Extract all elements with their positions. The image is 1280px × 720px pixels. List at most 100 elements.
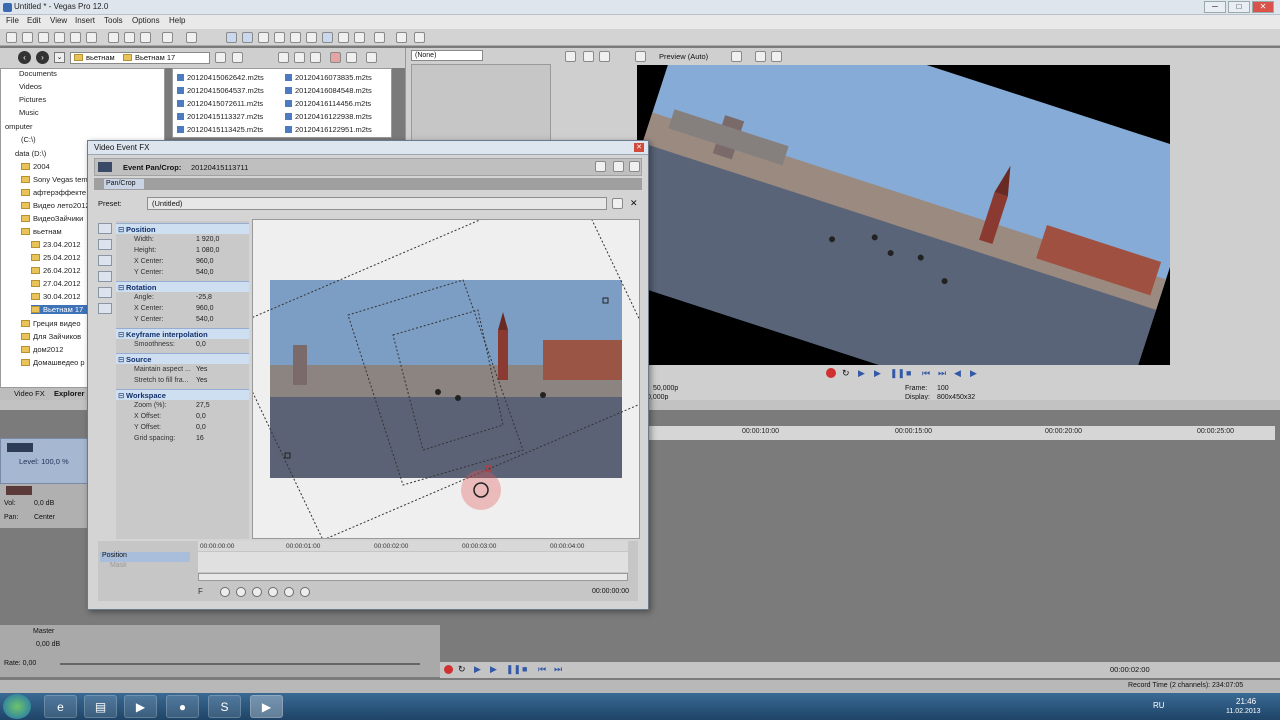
file-item[interactable]: 20120416084548.m2ts xyxy=(295,86,372,95)
audio-track-header[interactable]: Vol: 0,0 dB Pan: Center xyxy=(0,484,100,528)
tree-item[interactable]: дом2012 xyxy=(33,345,63,354)
file-item[interactable]: 20120415113327.m2ts xyxy=(187,112,263,121)
preview-quality[interactable]: Preview (Auto) xyxy=(659,52,708,61)
skype-icon[interactable]: S xyxy=(208,695,241,718)
save-as-icon[interactable] xyxy=(54,32,65,43)
enable-rotation-icon[interactable] xyxy=(98,239,112,250)
delete-keyframe-icon[interactable] xyxy=(300,587,310,597)
menu-file[interactable]: File xyxy=(6,16,19,25)
selection-tool-icon[interactable] xyxy=(258,32,269,43)
ignore-grouping-icon[interactable] xyxy=(354,32,365,43)
tree-item[interactable]: Documents xyxy=(19,69,57,78)
tree-item[interactable]: вьетнам xyxy=(33,227,62,236)
tree-item[interactable]: Видео лето2012 xyxy=(33,201,90,210)
y-offset-value[interactable]: 0,0 xyxy=(196,424,206,431)
record-icon[interactable] xyxy=(826,368,836,378)
tab-video-fx[interactable]: Video FX xyxy=(14,389,45,398)
media-player-icon[interactable]: ▶ xyxy=(124,695,157,718)
rot-y-center-value[interactable]: 540,0 xyxy=(196,316,214,323)
menu-help[interactable]: Help xyxy=(169,16,185,25)
pan-value[interactable]: Center xyxy=(34,514,55,521)
snapping-icon[interactable] xyxy=(290,32,301,43)
y-center-value[interactable]: 540,0 xyxy=(196,269,214,276)
stretch-fill-value[interactable]: Yes xyxy=(196,377,207,384)
normal-edit-tool-icon[interactable] xyxy=(226,32,237,43)
group-keyframe-interpolation[interactable]: ⊟ Keyframe interpolation xyxy=(116,328,249,339)
lock-aspect-icon[interactable] xyxy=(98,287,112,298)
group-rotation[interactable]: ⊟ Rotation xyxy=(116,281,249,292)
toggle-animation-icon[interactable] xyxy=(595,161,606,172)
undo-icon[interactable] xyxy=(162,32,173,43)
search-icon[interactable] xyxy=(346,52,357,63)
internet-explorer-icon[interactable]: e xyxy=(44,695,77,718)
tree-item-selected[interactable]: Вьетнам 17 xyxy=(43,305,83,314)
tree-item[interactable]: (C:\) xyxy=(21,135,36,144)
file-item[interactable]: 20120416114456.m2ts xyxy=(295,99,371,108)
play-from-start-icon[interactable]: ▶ xyxy=(858,368,865,379)
stop-preview-icon[interactable] xyxy=(294,52,305,63)
go-to-end-icon[interactable]: ⏭ xyxy=(938,368,946,379)
menu-tools[interactable]: Tools xyxy=(104,16,123,25)
whats-this-icon[interactable] xyxy=(414,32,425,43)
tab-explorer[interactable]: Explorer xyxy=(54,389,84,398)
back-arrow-icon[interactable]: ‹ xyxy=(18,51,31,64)
loop-icon[interactable]: ↻ xyxy=(458,664,466,675)
video-track-header[interactable]: Level: 100,0 % xyxy=(0,438,100,484)
width-value[interactable]: 1 920,0 xyxy=(196,236,219,243)
lock-envelopes-icon[interactable] xyxy=(338,32,349,43)
file-item[interactable]: 20120416122938.m2ts xyxy=(295,112,372,121)
close-window-button[interactable]: ✕ xyxy=(1252,1,1274,13)
go-to-start-icon[interactable]: ⏮ xyxy=(538,664,546,675)
kf-track-position[interactable]: Position xyxy=(100,552,190,562)
open-icon[interactable] xyxy=(22,32,33,43)
file-item[interactable]: 20120415062642.m2ts xyxy=(187,73,264,82)
video-fx-icon[interactable] xyxy=(599,51,610,62)
play-icon[interactable]: ▶ xyxy=(490,664,497,675)
kf-track-mask[interactable]: Mask xyxy=(100,562,190,572)
remove-plugin-icon[interactable] xyxy=(629,161,640,172)
file-item[interactable]: 20120415113425.m2ts xyxy=(187,125,263,134)
tree-item[interactable]: 2004 xyxy=(33,162,50,171)
tree-item[interactable]: 27.04.2012 xyxy=(43,279,81,288)
paste-icon[interactable] xyxy=(140,32,151,43)
pan-crop-workspace[interactable] xyxy=(252,219,640,539)
next-frame-icon[interactable]: ▶ xyxy=(970,368,977,379)
help-icon[interactable] xyxy=(396,32,407,43)
rot-x-center-value[interactable]: 960,0 xyxy=(196,305,214,312)
plugin-chain-icon[interactable] xyxy=(613,161,624,172)
save-preset-icon[interactable] xyxy=(612,198,623,209)
master-volume[interactable]: 0,00 dB xyxy=(36,641,60,648)
forward-arrow-icon[interactable]: › xyxy=(36,51,49,64)
menu-edit[interactable]: Edit xyxy=(27,16,41,25)
envelope-tool-icon[interactable] xyxy=(242,32,253,43)
tree-item[interactable]: афтерэффекте xyxy=(33,188,86,197)
x-offset-value[interactable]: 0,0 xyxy=(196,413,206,420)
menu-view[interactable]: View xyxy=(50,16,67,25)
cut-icon[interactable] xyxy=(108,32,119,43)
project-properties-icon[interactable] xyxy=(565,51,576,62)
keyframe-scrollbar[interactable] xyxy=(198,573,628,581)
tree-item[interactable]: 26.04.2012 xyxy=(43,266,81,275)
trimmer-select[interactable]: (None) xyxy=(411,50,483,61)
delete-icon[interactable] xyxy=(330,52,341,63)
file-item[interactable]: 20120416073835.m2ts xyxy=(295,73,372,82)
group-workspace[interactable]: ⊟ Workspace xyxy=(116,389,249,400)
new-project-icon[interactable] xyxy=(6,32,17,43)
height-value[interactable]: 1 080,0 xyxy=(196,247,219,254)
smoothness-value[interactable]: 0,0 xyxy=(196,341,206,348)
scale-about-center-icon[interactable] xyxy=(98,303,112,314)
explorer-path-bar[interactable]: вьетнам Вьетнам 17 xyxy=(70,52,210,64)
maximize-button[interactable]: □ xyxy=(1228,1,1250,13)
tree-item[interactable]: 30.04.2012 xyxy=(43,292,81,301)
tree-item[interactable]: Music xyxy=(19,108,39,117)
tree-item[interactable]: Videos xyxy=(19,82,42,91)
overlays-icon[interactable] xyxy=(731,51,742,62)
zoom-value[interactable]: 27,5 xyxy=(196,402,210,409)
input-language[interactable]: RU xyxy=(1153,701,1165,710)
refresh-icon[interactable] xyxy=(232,52,243,63)
menu-options[interactable]: Options xyxy=(132,16,160,25)
last-keyframe-icon[interactable] xyxy=(268,587,278,597)
chain-item-pan-crop[interactable]: Pan/Crop xyxy=(104,179,144,189)
tree-item[interactable]: Домашведео р xyxy=(33,358,85,367)
file-item[interactable]: 20120416122951.m2ts xyxy=(295,125,372,134)
